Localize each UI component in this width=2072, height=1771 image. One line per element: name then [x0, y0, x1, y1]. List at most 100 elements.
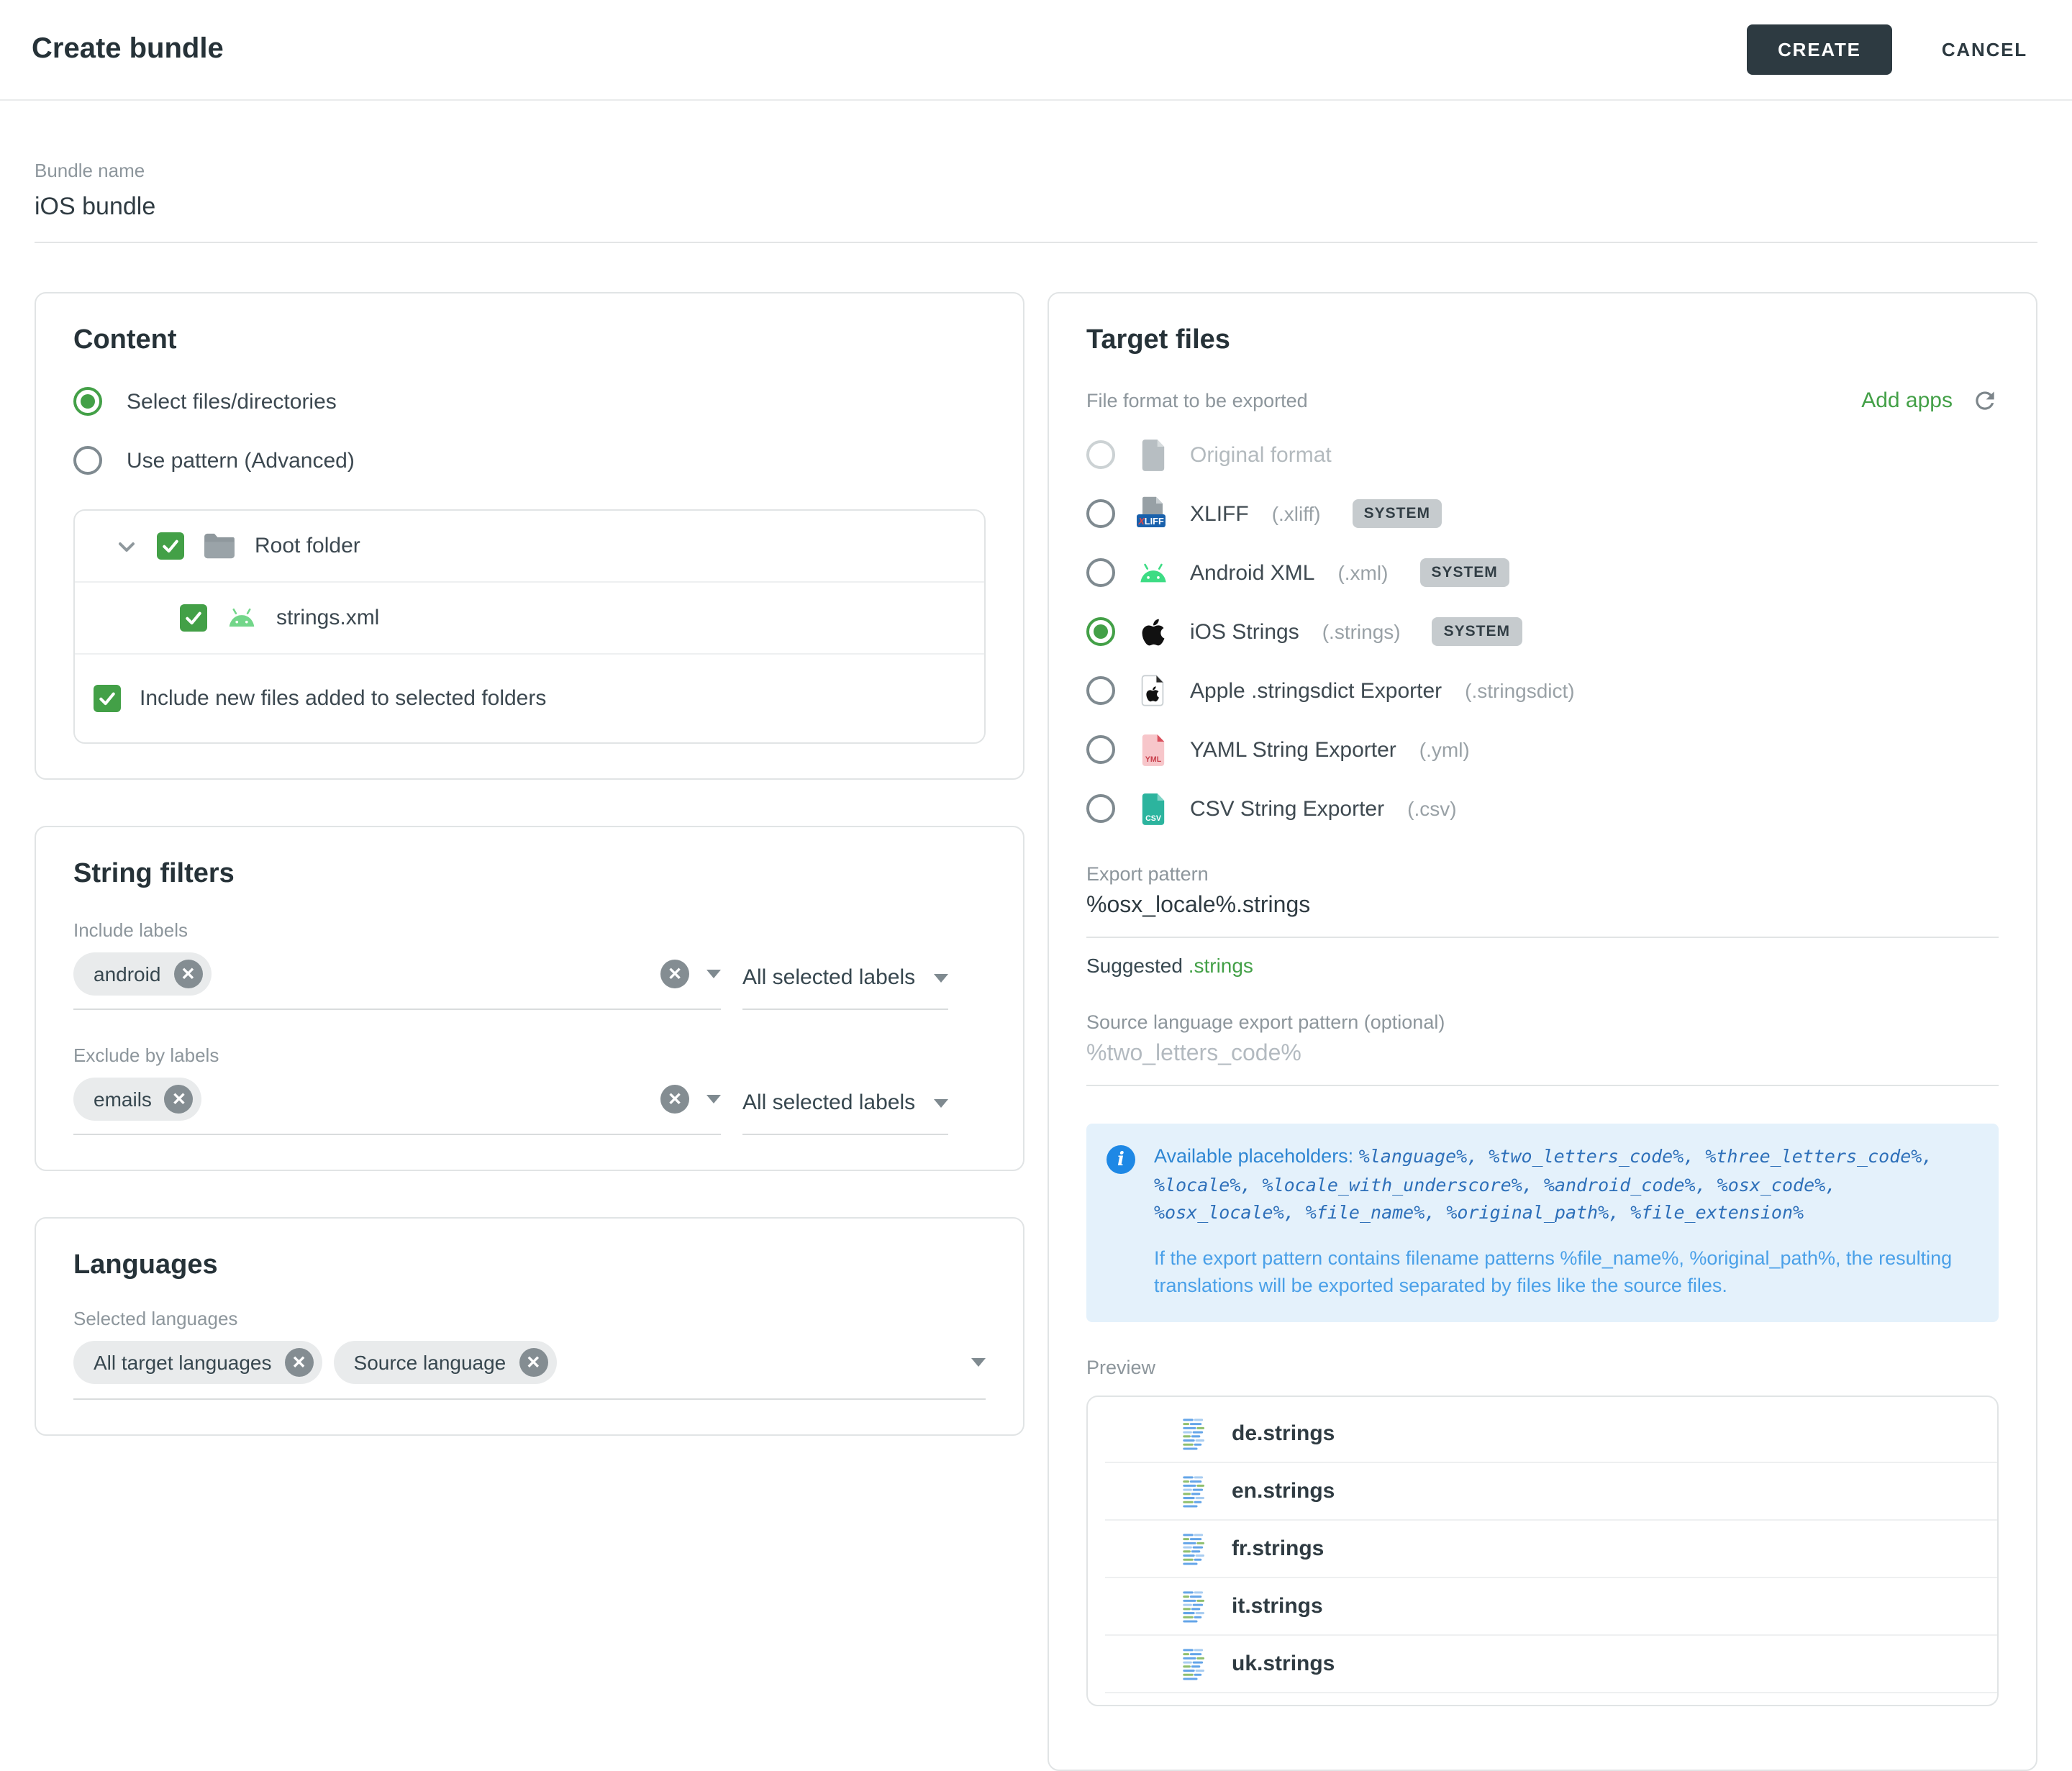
clear-field-icon[interactable]: ✕	[660, 1085, 689, 1114]
export-pattern-input[interactable]: %osx_locale%.strings	[1086, 893, 1999, 938]
radio-button-icon[interactable]	[1086, 617, 1115, 646]
file-format-label: File format to be exported	[1086, 390, 1308, 411]
selected-languages-label: Selected languages	[73, 1308, 986, 1329]
label-chip: emails ✕	[73, 1078, 202, 1121]
preview-file-name: de.strings	[1232, 1422, 1335, 1447]
checkbox-checked-icon[interactable]	[180, 604, 207, 632]
exclude-labels-input[interactable]: emails ✕ ✕	[73, 1066, 721, 1135]
exclude-labels-mode-select[interactable]: All selected labels	[742, 1091, 948, 1135]
preview-file-row: en.strings	[1088, 1463, 1997, 1521]
content-card: Content Select files/directories Use pat…	[35, 292, 1024, 780]
format-options-list: Original format XLIFF XLIFF (.xliff) SYS…	[1086, 437, 1999, 826]
tree-file-label: strings.xml	[276, 606, 379, 630]
folder-icon	[203, 532, 236, 560]
dropdown-caret-icon[interactable]	[706, 1095, 721, 1103]
create-button[interactable]: CREATE	[1746, 24, 1893, 75]
preview-label: Preview	[1086, 1357, 1999, 1378]
bundle-name-field[interactable]: Bundle name iOS bundle	[35, 160, 2037, 243]
system-badge: SYSTEM	[1419, 558, 1509, 587]
radio-button-icon[interactable]	[73, 387, 102, 416]
chevron-down-icon[interactable]	[115, 534, 138, 557]
preview-file-name: en.strings	[1232, 1480, 1335, 1504]
chip-text: Source language	[354, 1351, 506, 1374]
target-files-title: Target files	[1086, 325, 1999, 357]
string-filters-title: String filters	[73, 859, 986, 891]
file-icon	[1135, 438, 1170, 471]
xliff-icon: XLIFF	[1135, 496, 1170, 531]
android-icon	[226, 607, 258, 629]
include-labels-label: Include labels	[73, 919, 986, 941]
create-bundle-page: Create bundle CREATE CANCEL Bundle name …	[0, 0, 2072, 1761]
svg-text:YML: YML	[1145, 755, 1161, 763]
radio-button-icon[interactable]	[1086, 735, 1115, 764]
dropdown-caret-icon	[934, 1098, 948, 1107]
languages-card: Languages Selected languages All target …	[35, 1217, 1024, 1436]
format-option-original[interactable]: Original format	[1086, 437, 1999, 472]
format-option-csv[interactable]: CSV CSV String Exporter (.csv)	[1086, 791, 1999, 826]
radio-button-icon[interactable]	[73, 446, 102, 475]
radio-button-icon[interactable]	[1086, 676, 1115, 705]
stringsdict-icon	[1135, 675, 1170, 706]
radio-use-pattern-label: Use pattern (Advanced)	[127, 448, 355, 473]
remove-chip-icon[interactable]: ✕	[519, 1348, 547, 1377]
format-option-name: XLIFF	[1190, 501, 1249, 526]
bundle-name-label: Bundle name	[35, 160, 2037, 181]
format-option-name: iOS Strings	[1190, 619, 1299, 644]
tree-root-label: Root folder	[255, 534, 360, 558]
add-apps-link[interactable]: Add apps	[1861, 388, 1953, 413]
svg-text:CSV: CSV	[1145, 814, 1161, 822]
format-option-android-xml[interactable]: Android XML (.xml) SYSTEM	[1086, 555, 1999, 590]
radio-button-icon[interactable]	[1086, 440, 1115, 469]
preview-list: de.strings en.strings fr.strings it	[1086, 1396, 1999, 1706]
main-content: Bundle name iOS bundle Content Select fi…	[0, 160, 2072, 1771]
radio-select-files[interactable]: Select files/directories	[73, 387, 986, 416]
preview-file-row: fr.strings	[1088, 1521, 1997, 1578]
radio-use-pattern[interactable]: Use pattern (Advanced)	[73, 446, 986, 475]
cancel-button[interactable]: CANCEL	[1933, 37, 2036, 62]
tree-row-root-folder[interactable]: Root folder	[75, 511, 984, 581]
format-option-yaml[interactable]: YML YAML String Exporter (.yml)	[1086, 732, 1999, 767]
remove-chip-icon[interactable]: ✕	[173, 960, 202, 988]
dropdown-caret-icon	[934, 973, 948, 982]
format-option-xliff[interactable]: XLIFF XLIFF (.xliff) SYSTEM	[1086, 496, 1999, 531]
format-option-ext: (.strings)	[1322, 620, 1401, 643]
select-value: All selected labels	[742, 1091, 915, 1115]
format-option-ext: (.csv)	[1407, 797, 1456, 820]
selected-languages-input[interactable]: All target languages ✕ Source language ✕	[73, 1329, 986, 1400]
dropdown-caret-icon[interactable]	[706, 970, 721, 978]
format-option-ext: (.xml)	[1337, 561, 1388, 584]
strings-file-icon	[1181, 1647, 1212, 1683]
radio-select-files-label: Select files/directories	[127, 389, 337, 414]
format-option-ext: (.stringsdict)	[1465, 679, 1574, 702]
include-labels-input[interactable]: android ✕ ✕	[73, 941, 721, 1010]
dropdown-caret-icon[interactable]	[971, 1358, 986, 1367]
include-new-files-checkbox[interactable]: Include new files added to selected fold…	[75, 655, 984, 742]
radio-button-icon[interactable]	[1086, 794, 1115, 823]
clear-field-icon[interactable]: ✕	[660, 960, 689, 988]
remove-chip-icon[interactable]: ✕	[285, 1348, 314, 1377]
checkbox-checked-icon[interactable]	[94, 685, 121, 712]
refresh-icon[interactable]	[1971, 387, 1999, 414]
preview-file-name: it.strings	[1232, 1595, 1323, 1619]
radio-button-icon[interactable]	[1086, 499, 1115, 528]
radio-button-icon[interactable]	[1086, 558, 1115, 587]
format-option-name: Android XML	[1190, 560, 1314, 585]
preview-file-row: uk.strings	[1088, 1636, 1997, 1693]
bundle-name-value[interactable]: iOS bundle	[35, 193, 2037, 222]
content-title: Content	[73, 325, 986, 357]
tree-row-strings-xml[interactable]: strings.xml	[75, 581, 984, 655]
info-icon: i	[1107, 1145, 1135, 1174]
preview-file-name: fr.strings	[1232, 1537, 1324, 1562]
remove-chip-icon[interactable]: ✕	[165, 1085, 194, 1114]
include-labels-mode-select[interactable]: All selected labels	[742, 965, 948, 1010]
source-pattern-input[interactable]: %two_letters_code%	[1086, 1042, 1999, 1086]
format-option-ext: (.xliff)	[1272, 502, 1321, 525]
strings-file-icon	[1181, 1531, 1212, 1567]
language-chip: Source language ✕	[334, 1341, 557, 1384]
csv-icon: CSV	[1135, 792, 1170, 825]
format-option-ios-strings[interactable]: iOS Strings (.strings) SYSTEM	[1086, 614, 1999, 649]
suggested-text: Suggested	[1086, 954, 1183, 977]
checkbox-checked-icon[interactable]	[157, 532, 184, 560]
format-option-stringsdict[interactable]: Apple .stringsdict Exporter (.stringsdic…	[1086, 673, 1999, 708]
preview-file-row: de.strings	[1088, 1406, 1997, 1463]
